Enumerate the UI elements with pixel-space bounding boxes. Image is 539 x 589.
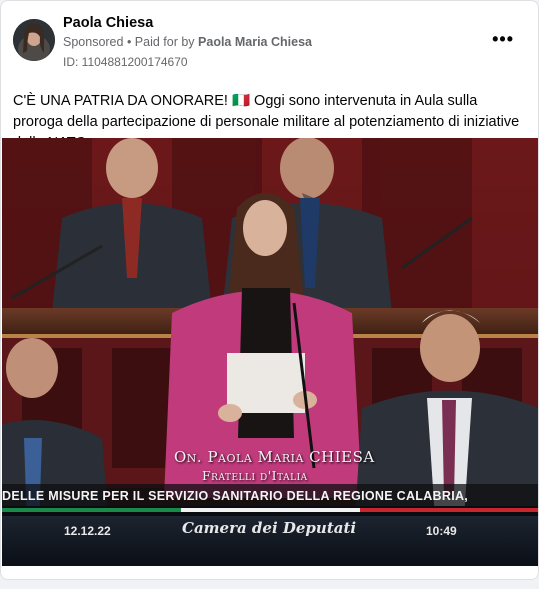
video-frame[interactable]: On. Paola Maria CHIESA Fratelli d'Italia…: [2, 138, 538, 566]
speaker-name-caption: On. Paola Maria CHIESA: [174, 448, 375, 466]
paid-for-by-name: Paola Maria Chiesa: [198, 35, 312, 49]
author-avatar[interactable]: [13, 19, 55, 61]
sponsored-line: Sponsored • Paid for by Paola Maria Chie…: [63, 35, 312, 49]
sponsored-label: Sponsored: [63, 35, 124, 49]
library-id: ID: 1104881200174670: [63, 55, 188, 69]
broadcast-date: 12.12.22: [64, 524, 111, 538]
more-options-icon[interactable]: •••: [492, 29, 514, 50]
post-header: Paola Chiesa Sponsored • Paid for by Pao…: [1, 1, 538, 81]
speaker-party-caption: Fratelli d'Italia: [202, 468, 308, 483]
card-footer: [1, 566, 538, 579]
channel-logo: Camera dei Deputati: [182, 519, 357, 537]
broadcast-time: 10:49: [426, 524, 457, 538]
paid-for-prefix: • Paid for by: [123, 35, 199, 49]
ad-card: Paola Chiesa Sponsored • Paid for by Pao…: [0, 0, 539, 580]
author-name[interactable]: Paola Chiesa: [63, 15, 153, 31]
news-ticker: DELLE MISURE PER IL SERVIZIO SANITARIO D…: [2, 489, 469, 503]
